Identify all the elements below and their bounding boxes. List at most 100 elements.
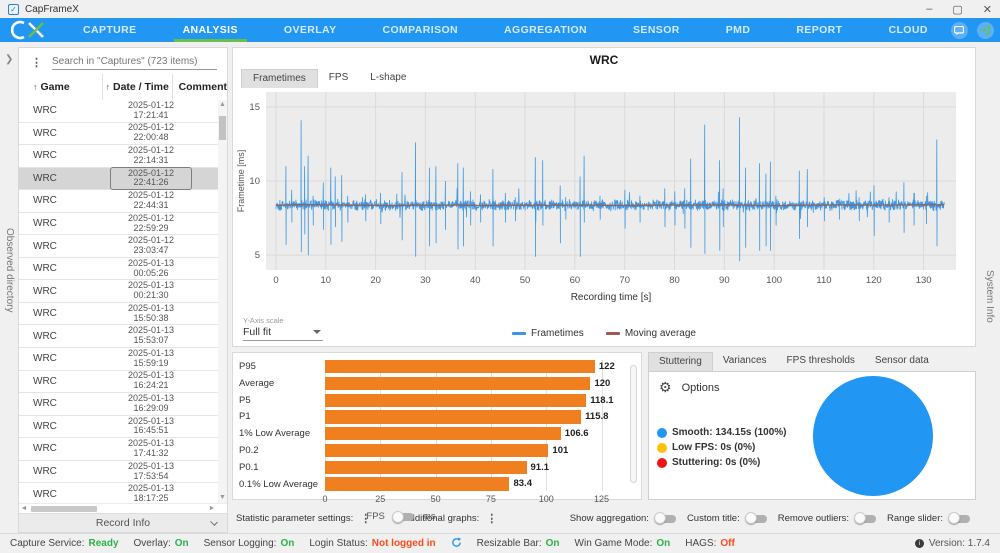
stuttering-options-button[interactable]: ⚙ Options [659, 379, 719, 396]
nav-tab-comparison[interactable]: COMPARISON [359, 18, 481, 42]
bar-value-label: 122 [598, 361, 615, 372]
table-row[interactable]: WRC 2025-01-12 22:59:29 [19, 213, 218, 236]
table-row[interactable]: WRC 2025-01-13 15:53:07 [19, 325, 218, 349]
bar-category-label: P5 [239, 394, 251, 406]
table-row[interactable]: WRC 2025-01-13 17:53:54 [19, 461, 218, 484]
stutter-tab-sensor-data[interactable]: Sensor data [865, 352, 939, 371]
nav-tab-analysis[interactable]: ANALYSIS [160, 18, 261, 42]
stutter-tab-variances[interactable]: Variances [713, 352, 777, 371]
status-label: Win Game Mode: [574, 538, 653, 549]
search-input[interactable] [52, 54, 217, 70]
nav-tab-pmd[interactable]: PMD [703, 18, 774, 42]
scroll-right-icon[interactable]: ► [207, 505, 217, 512]
table-row[interactable]: WRC 2025-01-13 16:45:51 [19, 416, 218, 439]
system-info-strip[interactable]: System Info [978, 42, 1000, 533]
cell-date: 2025-01-13 17:41:32 [127, 438, 175, 458]
svg-text:70: 70 [619, 275, 630, 286]
vertical-scrollbar[interactable]: ▲ ▼ [218, 100, 227, 503]
axis-tick-label: 75 [485, 494, 496, 505]
bar-area: 118.1 [325, 393, 617, 407]
status-item: Win Game Mode: On [575, 538, 671, 549]
stutter-tab-stuttering[interactable]: Stuttering [648, 352, 713, 371]
svg-text:20: 20 [370, 275, 381, 286]
feedback-icon[interactable] [950, 21, 968, 39]
unit-ms-label[interactable]: ms [423, 511, 436, 522]
cell-date: 2025-01-13 15:50:38 [127, 302, 175, 323]
chart-tab-frametimes[interactable]: Frametimes [241, 69, 318, 88]
table-row[interactable]: WRC 2025-01-12 22:41:26 [19, 166, 218, 191]
svg-text:110: 110 [816, 275, 831, 286]
table-row[interactable]: WRC 2025-01-12 22:00:48 [19, 123, 218, 146]
cell-game: WRC [33, 285, 57, 297]
column-header-comment[interactable]: Comment [173, 81, 227, 93]
status-value: On [656, 538, 671, 549]
table-row[interactable]: WRC 2025-01-13 15:59:19 [19, 348, 218, 371]
unit-fps-label[interactable]: FPS [366, 511, 384, 522]
observed-directory-strip[interactable]: ❯ Observed directory [0, 42, 18, 533]
table-row[interactable]: WRC 2025-01-12 22:44:31 [19, 190, 218, 213]
svg-text:15: 15 [249, 102, 260, 113]
fps-ms-switch[interactable] [391, 510, 416, 523]
minimize-button[interactable]: – [926, 3, 932, 16]
toggle-switch-showaggregation[interactable] [653, 512, 678, 525]
login-icon[interactable] [976, 21, 994, 39]
table-row[interactable]: WRC 2025-01-13 00:05:26 [19, 258, 218, 281]
table-row[interactable]: WRC 2025-01-13 18:17:25 [19, 483, 218, 503]
refresh-icon[interactable] [451, 537, 462, 551]
table-row[interactable]: WRC 2025-01-12 17:21:41 [19, 100, 218, 123]
info-icon: i [914, 539, 924, 548]
bar-row: P1 115.8 [239, 410, 623, 424]
nav-tab-aggregation[interactable]: AGGREGATION [481, 18, 610, 42]
axis-tick-label: 25 [375, 494, 386, 505]
status-item: HAGS: Off [685, 538, 735, 549]
status-item: Resizable Bar: On [477, 538, 560, 549]
toggle-switch-rangeslider[interactable] [948, 512, 972, 525]
bar-category-label: 0.1% Low Average [239, 478, 319, 490]
scroll-left-icon[interactable]: ◄ [19, 505, 29, 512]
nav-tab-sensor[interactable]: SENSOR [610, 18, 703, 42]
nav-tab-overlay[interactable]: OVERLAY [261, 18, 360, 42]
capframex-logo [10, 20, 46, 40]
table-row[interactable]: WRC 2025-01-13 15:50:38 [19, 303, 218, 326]
bar [325, 460, 527, 474]
bar [325, 393, 587, 407]
scrollbar-thumb[interactable] [219, 116, 226, 140]
bar-card-scrollbar[interactable] [630, 365, 637, 483]
status-label: HAGS: [685, 538, 717, 549]
stutter-tab-fps-thresholds[interactable]: FPS thresholds [777, 352, 865, 371]
record-info-expander[interactable]: Record Info [19, 513, 227, 532]
nav-tab-report[interactable]: REPORT [773, 18, 865, 42]
column-header-game[interactable]: ↑ Game [19, 81, 102, 93]
nav-tab-cloud[interactable]: CLOUD [865, 18, 950, 42]
chart-tab-l-shape[interactable]: L-shape [359, 69, 417, 88]
table-row[interactable]: WRC 2025-01-12 22:14:31 [19, 145, 218, 168]
bar-value-label: 120 [594, 377, 611, 389]
svg-text:60: 60 [570, 275, 581, 286]
capture-list-menu-icon[interactable]: ⋮ [31, 56, 42, 69]
status-label: Login Status: [309, 538, 368, 549]
nav-tab-capture[interactable]: CAPTURE [60, 18, 160, 42]
table-row[interactable]: WRC 2025-01-13 16:29:09 [19, 393, 218, 416]
maximize-button[interactable]: ▢ [952, 3, 962, 16]
close-button[interactable]: ✕ [983, 3, 992, 16]
toggle-switch-removeoutliers[interactable] [854, 512, 878, 525]
expand-directory-chevron-icon[interactable]: ❯ [5, 54, 13, 65]
scrollbar-thumb[interactable] [31, 505, 97, 512]
status-item: Sensor Logging: On [204, 538, 295, 549]
switch-knob [854, 512, 867, 524]
pie-legend-label: Smooth: 134.15s (100%) [672, 427, 787, 438]
table-row[interactable]: WRC 2025-01-13 16:24:21 [19, 371, 218, 394]
horizontal-scrollbar[interactable]: ◄ ► [19, 503, 227, 513]
column-header-date[interactable]: ↑ Date / Time [101, 74, 173, 100]
table-row[interactable]: WRC 2025-01-13 17:41:32 [19, 438, 218, 461]
scroll-up-icon[interactable]: ▲ [218, 100, 227, 110]
table-row[interactable]: WRC 2025-01-12 23:03:47 [19, 235, 218, 258]
bar-value-label: 106.6 [564, 428, 589, 440]
cell-game: WRC [33, 466, 57, 478]
frametime-chart[interactable]: 0 10 20 30 40 50 60 70 80 90 100 110 120 130 5 10 15 Fram… [234, 88, 968, 310]
status-label: Overlay: [133, 538, 171, 549]
scroll-down-icon[interactable]: ▼ [218, 493, 227, 503]
chart-tab-fps[interactable]: FPS [318, 69, 359, 88]
table-row[interactable]: WRC 2025-01-13 00:21:30 [19, 280, 218, 303]
toggle-switch-customtitle[interactable] [744, 512, 769, 525]
